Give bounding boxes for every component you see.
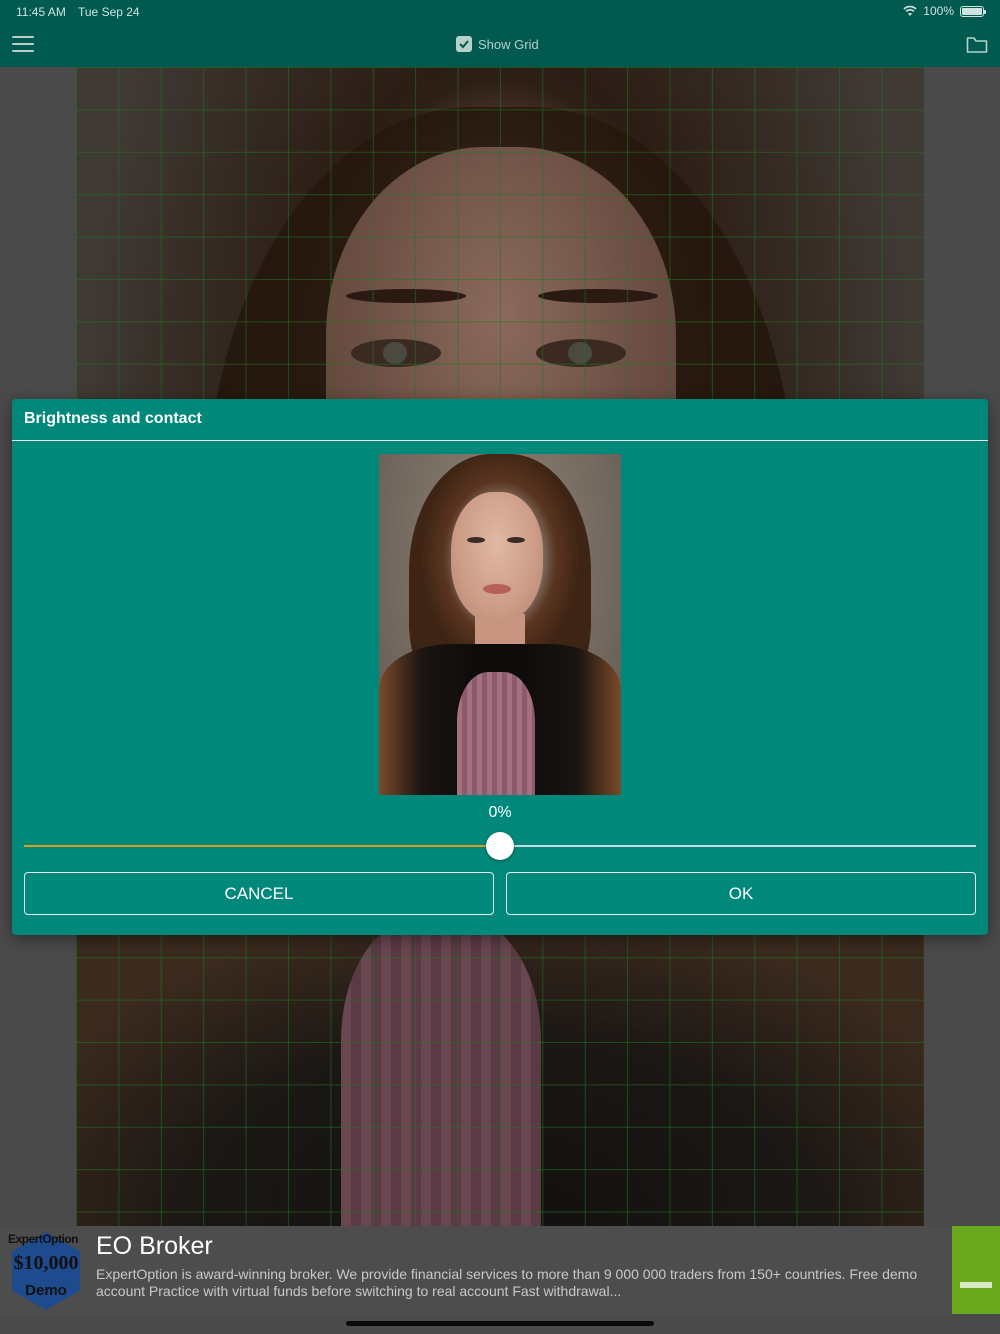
preview-sweater <box>457 672 535 795</box>
checkbox-checked-icon[interactable] <box>456 36 472 52</box>
photo-right-eye <box>536 339 626 367</box>
cancel-button[interactable]: CANCEL <box>24 872 494 915</box>
battery-percent: 100% <box>923 4 954 18</box>
home-indicator[interactable] <box>346 1321 654 1326</box>
photo-right-brow <box>538 289 658 303</box>
ad-cta-button[interactable] <box>952 1226 1000 1314</box>
preview-right-eye <box>507 537 525 543</box>
status-indicators: 100% <box>903 4 986 18</box>
ad-logo[interactable]: ExpertOption $10,000 Demo <box>4 1228 88 1312</box>
preview-image <box>379 454 621 795</box>
preview-left-eye <box>467 537 485 543</box>
home-area <box>0 1314 1000 1334</box>
ad-logo-amount: $10,000 <box>13 1252 79 1274</box>
battery-icon <box>960 5 986 17</box>
brightness-dialog: Brightness and contact 0% CANCEL OK <box>12 399 988 935</box>
folder-icon[interactable] <box>966 36 988 54</box>
ad-banner[interactable]: ExpertOption $10,000 Demo EO Broker Expe… <box>0 1226 1000 1314</box>
dialog-title: Brightness and contact <box>24 410 202 427</box>
status-time: 11:45 AM <box>16 5 66 19</box>
show-grid-label: Show Grid <box>478 36 539 52</box>
photo-left-eye <box>351 339 441 367</box>
preview-lips <box>483 584 511 594</box>
show-grid-toggle[interactable]: Show Grid <box>456 36 539 52</box>
ad-logo-demo: Demo <box>25 1282 67 1299</box>
brightness-slider[interactable] <box>24 832 976 860</box>
status-bar: 11:45 AM Tue Sep 24 100% <box>0 0 1000 24</box>
slider-fill <box>24 845 500 847</box>
photo-sweater <box>341 917 541 1226</box>
ad-logo-brand: ExpertOption <box>8 1232 79 1246</box>
slider-thumb[interactable] <box>486 832 514 860</box>
slider-value-label: 0% <box>488 804 512 821</box>
hamburger-menu-icon[interactable] <box>12 36 34 54</box>
preview-face <box>451 492 543 622</box>
ad-description: ExpertOption is award-winning broker. We… <box>96 1266 918 1299</box>
ok-button[interactable]: OK <box>506 872 976 915</box>
photo-left-brow <box>346 289 466 303</box>
ad-cta-icon <box>960 1282 992 1288</box>
status-date: Tue Sep 24 <box>78 5 140 19</box>
ad-title[interactable]: EO Broker <box>96 1232 213 1261</box>
app-toolbar: Show Grid <box>0 24 1000 67</box>
dialog-divider <box>12 440 988 441</box>
wifi-icon <box>903 5 917 16</box>
